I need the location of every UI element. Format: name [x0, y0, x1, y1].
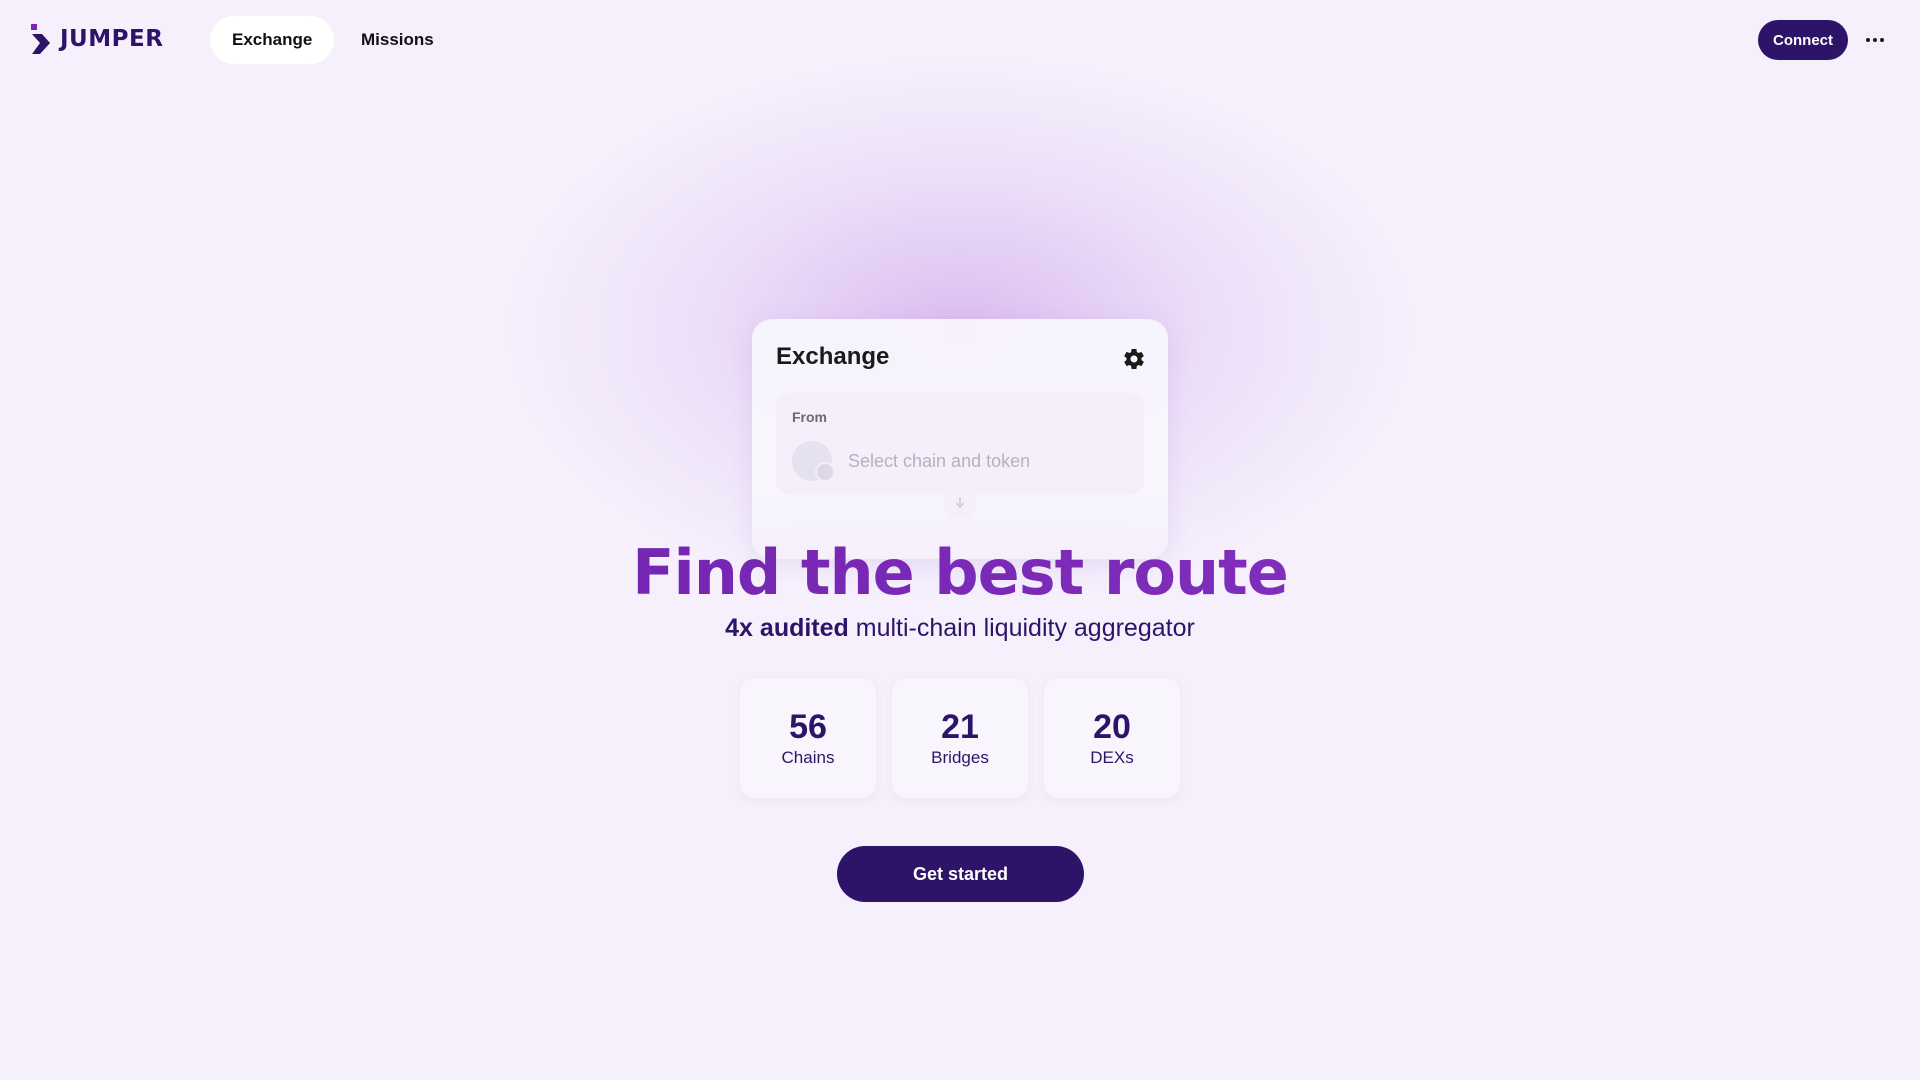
tab-missions[interactable]: Missions — [339, 16, 456, 64]
hero-subtitle-rest: multi-chain liquidity aggregator — [848, 614, 1195, 642]
more-options-icon[interactable] — [1862, 28, 1888, 52]
token-placeholder-avatar — [792, 441, 835, 482]
stats-row: 56 Chains 21 Bridges 20 DEXs — [740, 678, 1180, 798]
jumper-logo-icon — [31, 24, 50, 54]
jumper-logo[interactable]: JUMPER — [28, 22, 163, 56]
chain-placeholder-badge — [815, 462, 835, 482]
hero-title: Find the best route — [0, 536, 1920, 609]
hero-subtitle: 4x audited multi-chain liquidity aggrega… — [0, 614, 1920, 643]
exchange-widget: Exchange From Select chain and token — [752, 319, 1168, 559]
stat-label: Bridges — [931, 748, 989, 767]
stat-bridges: 21 Bridges — [892, 678, 1028, 798]
stat-dexs: 20 DEXs — [1044, 678, 1180, 798]
logo-text: JUMPER — [60, 26, 164, 52]
from-label: From — [792, 409, 827, 425]
more-dot — [1873, 38, 1877, 42]
stat-value: 56 — [789, 708, 827, 746]
gear-icon[interactable] — [1122, 347, 1146, 371]
widget-title: Exchange — [776, 343, 890, 370]
get-started-button[interactable]: Get started — [837, 846, 1084, 902]
more-dot — [1880, 38, 1884, 42]
stat-chains: 56 Chains — [740, 678, 876, 798]
connect-button[interactable]: Connect — [1758, 20, 1848, 60]
tab-exchange[interactable]: Exchange — [210, 16, 335, 64]
stat-value: 20 — [1093, 708, 1131, 746]
stat-value: 21 — [941, 708, 979, 746]
stat-label: DEXs — [1090, 748, 1134, 767]
select-chain-token-placeholder: Select chain and token — [848, 451, 1031, 471]
stat-label: Chains — [781, 748, 835, 767]
more-dot — [1866, 38, 1870, 42]
hero-subtitle-bold: 4x audited — [725, 614, 849, 642]
top-nav: JUMPER Exchange Missions Connect — [0, 0, 1920, 80]
from-token-selector[interactable]: From Select chain and token — [776, 393, 1144, 495]
